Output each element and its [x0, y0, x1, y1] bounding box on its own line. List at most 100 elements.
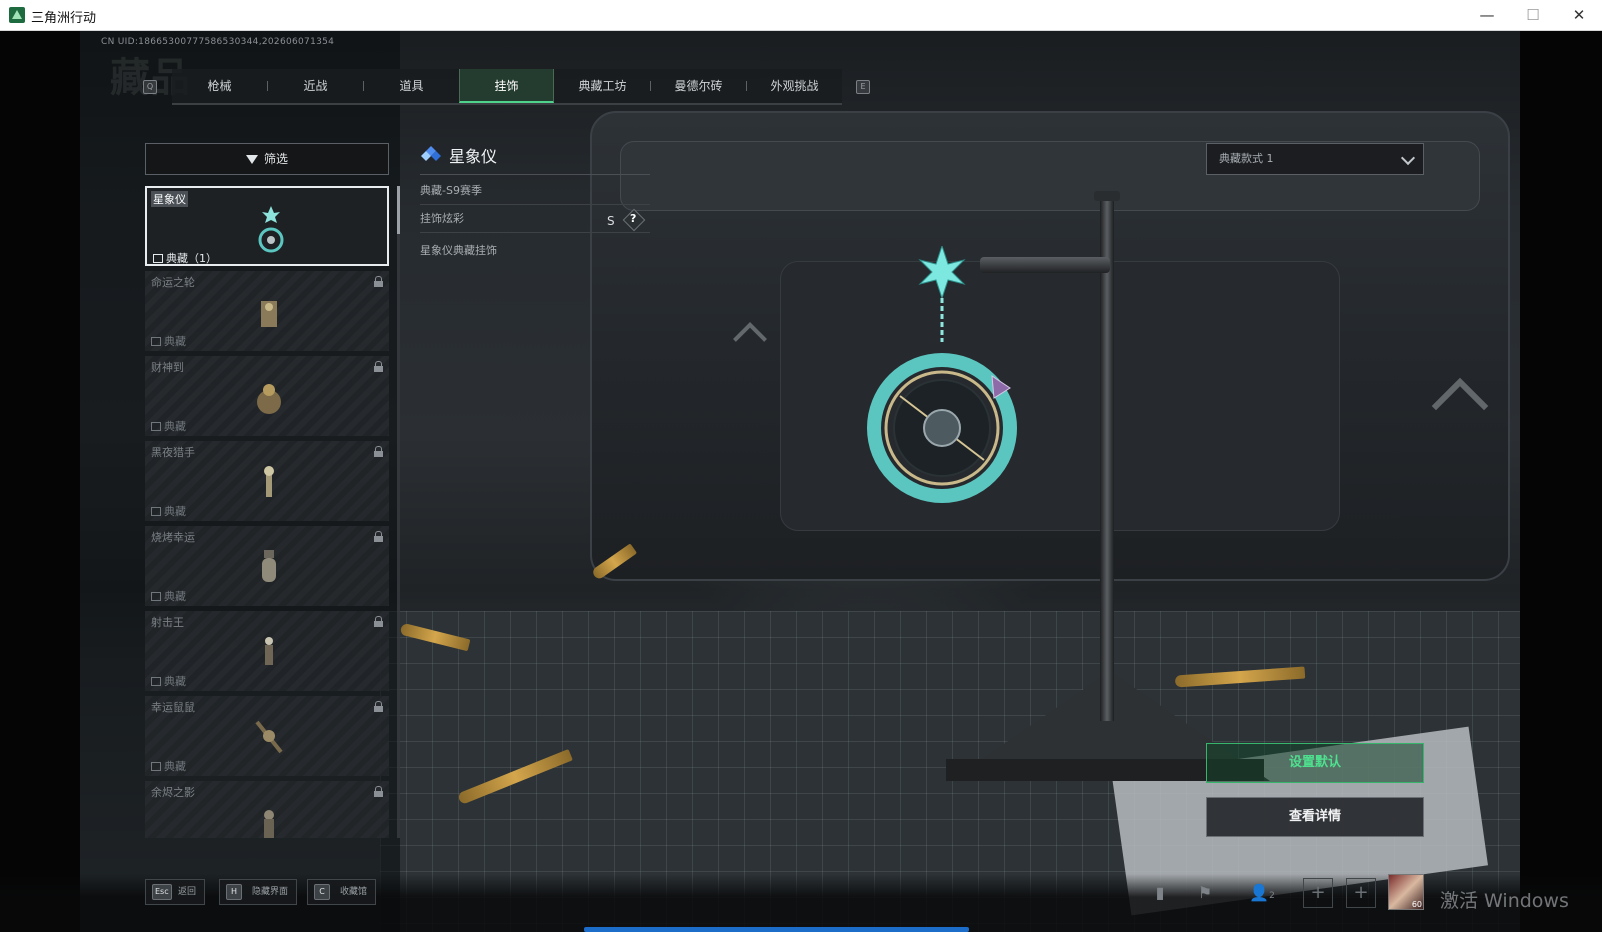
effect-label: 挂饰炫彩 — [420, 205, 650, 233]
filter-button[interactable]: 筛选 — [145, 143, 389, 175]
item-description: 星象仪典藏挂饰 — [420, 244, 497, 257]
item-name: 财神到 — [151, 361, 184, 374]
stand-top — [1094, 191, 1120, 201]
avatar-level: 60 — [1411, 900, 1422, 909]
detail-header: 星象仪 — [420, 141, 650, 175]
hide-ui-hint[interactable]: H 隐藏界面 — [219, 879, 298, 905]
item-rarity: 典藏（1） — [153, 250, 217, 266]
maximize-button[interactable]: ☐ — [1510, 0, 1556, 30]
uid-label: CN UID:18665300777586530344,202606071354 — [101, 37, 335, 47]
flag-icon[interactable]: ⚑ — [1190, 878, 1220, 908]
list-item[interactable]: 命运之轮 典藏 — [145, 271, 389, 351]
item-thumbnail — [258, 206, 284, 253]
item-name: 幸运鼠鼠 — [151, 701, 195, 714]
item-rarity: 典藏 — [151, 503, 186, 519]
rarity-icon — [151, 422, 161, 431]
windows-activation-watermark: 激活 Windows — [1440, 890, 1569, 912]
game-viewport: 藏品 CN UID:18665300777586530344,202606071… — [0, 31, 1602, 932]
esc-key: Esc — [152, 884, 172, 900]
rarity-icon — [151, 592, 161, 601]
item-name: 烧烤幸运 — [151, 531, 195, 544]
filter-label: 筛选 — [263, 152, 288, 166]
season-label: 典藏-S9赛季 — [420, 177, 650, 205]
back-hint[interactable]: Esc 返回 — [145, 879, 206, 905]
item-thumbnail — [261, 301, 277, 327]
stats-icon[interactable]: ▮ — [1145, 878, 1175, 908]
stand-pole — [1100, 201, 1114, 721]
friends-count: 2 — [1269, 891, 1275, 901]
collection-diamond-icon — [421, 146, 441, 161]
tab-mandel-brick[interactable]: 曼德尔砖 — [651, 69, 746, 103]
tab-next-key[interactable]: E — [856, 80, 870, 94]
friends-icon[interactable]: 👤2 — [1240, 878, 1284, 908]
rarity-icon — [151, 507, 161, 516]
list-item[interactable]: 黑夜猎手 典藏 — [145, 441, 389, 521]
item-rarity: 典藏 — [151, 588, 186, 604]
item-rarity: 典藏 — [151, 333, 186, 349]
rarity-icon — [151, 677, 161, 686]
rarity-icon — [151, 337, 161, 346]
tab-prev-key[interactable]: Q — [143, 80, 157, 94]
item-rarity: 典藏 — [151, 758, 186, 774]
astrolabe-charm — [867, 246, 1017, 503]
list-scrollbar[interactable] — [397, 186, 400, 838]
item-thumbnail — [262, 550, 276, 582]
add-slot-button[interactable]: + — [1303, 878, 1333, 908]
item-thumbnail — [255, 720, 283, 754]
item-name: 余烬之影 — [151, 786, 195, 799]
item-thumbnail — [264, 466, 274, 497]
list-item[interactable]: 余烬之影 典藏 — [145, 781, 389, 838]
list-scrollbar-thumb[interactable] — [397, 186, 400, 234]
item-name: 星象仪 — [151, 191, 188, 207]
tab-items[interactable]: 道具 — [364, 69, 459, 103]
view-detail-button[interactable]: 查看详情 — [1206, 797, 1424, 837]
tab-firearms[interactable]: 枪械 — [172, 69, 267, 103]
chevron-down-icon — [1400, 150, 1416, 166]
close-button[interactable]: ✕ — [1556, 0, 1602, 30]
item-thumbnail — [265, 637, 273, 665]
tab-charms[interactable]: 挂饰 — [459, 69, 554, 103]
avatar[interactable]: 60 — [1388, 874, 1424, 910]
window-titlebar: 三角洲行动 — ☐ ✕ — [0, 0, 1602, 31]
list-item[interactable]: 幸运鼠鼠 典藏 — [145, 696, 389, 776]
add-slot-button[interactable]: + — [1346, 878, 1376, 908]
collection-hall-hint[interactable]: C 收藏馆 — [307, 879, 377, 905]
set-default-button[interactable]: 设置默认 — [1206, 743, 1424, 783]
lock-icon — [374, 361, 383, 372]
lock-icon — [374, 276, 383, 287]
c-key: C — [314, 884, 330, 900]
list-item[interactable]: 烧烤幸运 典藏 — [145, 526, 389, 606]
loading-progress-bar — [584, 927, 969, 932]
item-thumbnail — [264, 810, 274, 838]
lock-icon — [374, 786, 383, 797]
filter-icon — [245, 155, 258, 164]
lock-icon — [374, 701, 383, 712]
item-rarity: 典藏 — [151, 673, 186, 689]
item-name: 黑夜猎手 — [151, 446, 195, 459]
item-name: 射击王 — [151, 616, 184, 629]
category-tabs: 枪械 近战 道具 挂饰 典藏工坊 曼德尔砖 外观挑战 — [172, 69, 842, 105]
style-select-value: 典藏款式 1 — [1219, 152, 1274, 165]
delta-logo-icon — [9, 7, 25, 23]
item-title: 星象仪 — [449, 147, 498, 166]
lock-icon — [374, 446, 383, 457]
window-title: 三角洲行动 — [31, 11, 97, 26]
item-rarity: 典藏 — [151, 418, 186, 434]
lock-icon — [374, 531, 383, 542]
lock-icon — [374, 616, 383, 627]
item-thumbnail — [257, 384, 281, 414]
list-item[interactable]: 射击王 典藏 — [145, 611, 389, 691]
h-key: H — [226, 884, 242, 900]
tab-appearance-challenge[interactable]: 外观挑战 — [747, 69, 842, 103]
effect-grade: S — [607, 214, 615, 228]
item-name: 命运之轮 — [151, 276, 195, 289]
style-select[interactable]: 典藏款式 1 — [1206, 143, 1424, 175]
minimize-button[interactable]: — — [1464, 0, 1510, 30]
help-glyph: ? — [630, 212, 637, 225]
rarity-icon — [153, 254, 163, 263]
list-item[interactable]: 星象仪 典藏（1） — [145, 186, 389, 266]
list-item[interactable]: 财神到 典藏 — [145, 356, 389, 436]
charm-list: 星象仪 典藏（1） 命运之轮 典藏 财神到 典藏 黑夜猎手 典藏 烧烤幸运 典藏 — [145, 186, 389, 838]
tab-melee[interactable]: 近战 — [268, 69, 363, 103]
tab-workshop[interactable]: 典藏工坊 — [555, 69, 650, 103]
